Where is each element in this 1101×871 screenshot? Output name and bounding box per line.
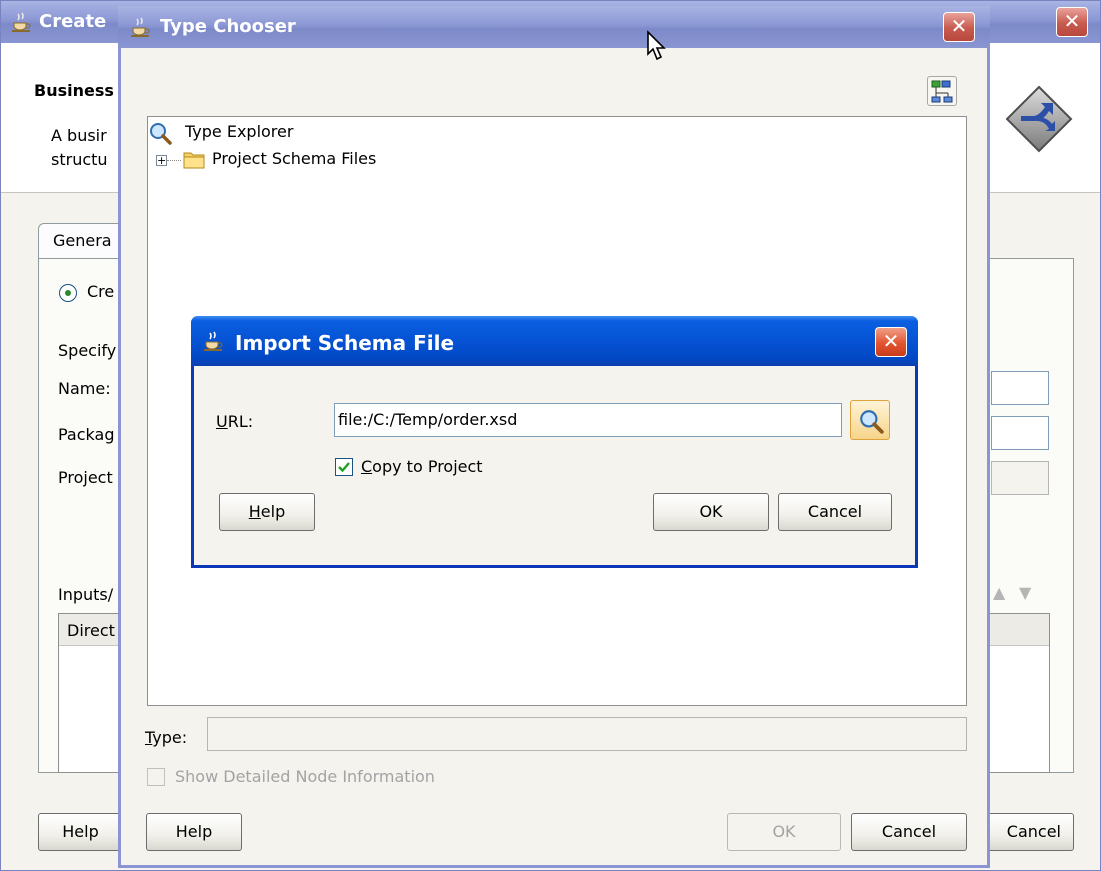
url-input[interactable]: file:/C:/Temp/order.xsd: [334, 403, 842, 437]
search-icon: [148, 121, 172, 149]
specify-label: Specify: [58, 341, 117, 360]
name-input[interactable]: [991, 371, 1049, 405]
type-chooser-title: Type Chooser: [160, 16, 296, 37]
table-header-direction: Direct: [67, 621, 115, 640]
show-detail-label: Show Detailed Node Information: [175, 767, 435, 786]
header-title: Business: [34, 81, 114, 100]
radio-dot: [65, 290, 71, 296]
create-cancel-label: Cancel: [1006, 822, 1061, 841]
create-help-label: Help: [62, 822, 99, 841]
type-field: [207, 717, 967, 751]
package-label: Packag: [58, 425, 115, 444]
tab-general-label: Genera: [53, 231, 112, 250]
import-help-label: Help: [248, 502, 286, 521]
move-down-icon[interactable]: ▼: [1019, 583, 1031, 602]
import-dialog-close-button[interactable]: ✕: [875, 327, 907, 357]
import-dialog-titlebar[interactable]: Import Schema File ✕: [191, 316, 918, 366]
java-cup-icon: [128, 15, 152, 39]
mouse-cursor-icon: [646, 30, 668, 66]
header-description-line1: A busir: [51, 126, 107, 145]
type-label: Type:: [145, 728, 188, 747]
close-icon: ✕: [882, 329, 900, 353]
chooser-ok-button: OK: [727, 813, 841, 851]
close-icon: ✕: [950, 14, 968, 38]
java-cup-icon: [201, 329, 225, 353]
inputs-label: Inputs/: [58, 585, 114, 604]
close-icon: ✕: [1063, 9, 1081, 33]
import-ok-button[interactable]: OK: [653, 493, 769, 531]
arrows-diamond-icon: [1003, 83, 1075, 155]
browse-button[interactable]: [850, 400, 890, 440]
project-input: [991, 461, 1049, 495]
search-icon: [858, 408, 884, 438]
create-window-close-button[interactable]: ✕: [1056, 7, 1088, 37]
type-chooser-titlebar[interactable]: Type Chooser ✕: [118, 6, 990, 61]
tab-general[interactable]: Genera: [38, 223, 128, 259]
copy-to-project-checkbox[interactable]: [335, 458, 353, 476]
chooser-help-button[interactable]: Help: [146, 813, 242, 851]
create-cancel-button[interactable]: Cancel: [976, 813, 1074, 851]
url-input-value: file:/C:/Temp/order.xsd: [338, 410, 518, 429]
checkmark-icon: [338, 462, 350, 473]
name-label: Name:: [58, 379, 111, 398]
chooser-ok-label: OK: [772, 822, 796, 841]
type-chooser-close-button[interactable]: ✕: [943, 12, 975, 42]
show-detail-checkbox: [147, 768, 165, 786]
import-schema-dialog: Import Schema File ✕ URL: file:/C:/Temp/…: [191, 316, 918, 568]
create-radio-label: Cre: [87, 282, 115, 301]
chooser-cancel-label: Cancel: [881, 822, 937, 841]
folder-icon: [182, 147, 206, 175]
tree-connector: [167, 160, 181, 161]
import-ok-label: OK: [699, 502, 723, 521]
import-dialog-title: Import Schema File: [235, 331, 455, 355]
import-cancel-label: Cancel: [807, 502, 863, 521]
import-cancel-button[interactable]: Cancel: [778, 493, 892, 531]
tree-root-label[interactable]: Type Explorer: [185, 122, 293, 141]
header-description-line2: structu: [51, 150, 108, 169]
create-window-title: Create: [39, 11, 107, 32]
chooser-cancel-button[interactable]: Cancel: [851, 813, 967, 851]
copy-to-project-label: Copy to Project: [361, 457, 483, 476]
import-help-button[interactable]: Help: [219, 493, 315, 531]
url-label: URL:: [216, 412, 254, 431]
move-up-icon[interactable]: ▲: [993, 583, 1005, 602]
create-radio[interactable]: [59, 284, 77, 302]
project-label: Project: [58, 468, 113, 487]
expand-plus-icon[interactable]: +: [156, 155, 167, 166]
package-input[interactable]: [991, 416, 1049, 450]
tree-child-label[interactable]: Project Schema Files: [212, 149, 376, 168]
chooser-help-label: Help: [175, 822, 213, 841]
hierarchy-icon[interactable]: [927, 76, 957, 106]
create-help-button[interactable]: Help: [38, 813, 123, 851]
java-cup-icon: [9, 10, 33, 34]
